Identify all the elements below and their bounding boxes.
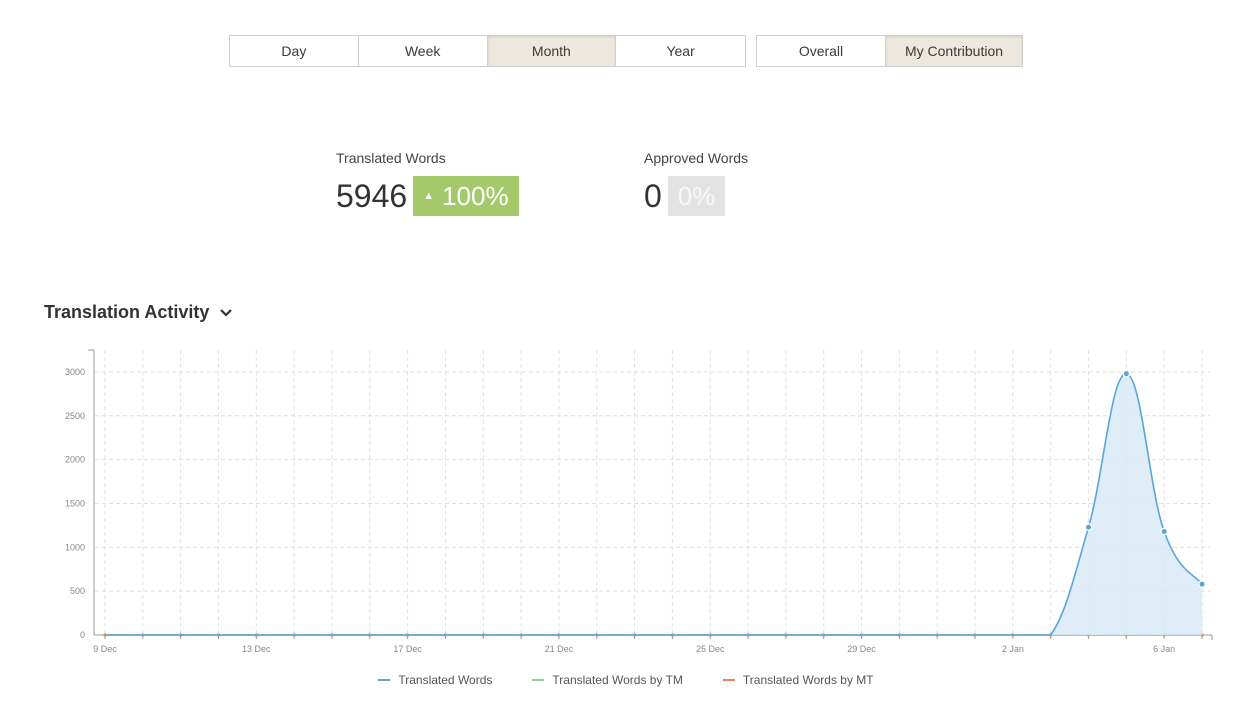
y-tick-label: 1000 <box>65 542 85 552</box>
chevron-down-icon <box>220 308 233 317</box>
y-tick-label: 0 <box>80 630 85 640</box>
approved-words-stat: Approved Words 0 0% <box>644 150 748 216</box>
translated-words-row: 5946 ▲ 100% <box>336 176 519 216</box>
chart-legend: Translated Words Translated Words by TM … <box>0 673 1252 687</box>
approved-words-label: Approved Words <box>644 150 749 166</box>
scope-toggle: Overall My Contribution <box>756 35 1023 67</box>
arrow-up-icon: ▲ <box>423 190 435 202</box>
x-tick-label: 13 Dec <box>242 644 271 654</box>
tab-year[interactable]: Year <box>616 36 745 66</box>
translated-words-label: Translated Words <box>336 150 446 166</box>
data-point-translated-words <box>1198 580 1206 588</box>
data-point-translated-words <box>1160 527 1169 536</box>
section-title: Translation Activity <box>44 302 210 322</box>
data-point-translated-words <box>1084 523 1093 531</box>
y-tick-label: 2000 <box>65 455 85 465</box>
chart-grid <box>95 350 1210 635</box>
y-tick-label: 1500 <box>65 498 85 508</box>
data-point-translated-words <box>1122 369 1131 378</box>
x-tick-label: 21 Dec <box>545 644 574 654</box>
tab-my-contribution[interactable]: My Contribution <box>886 36 1022 66</box>
tab-day[interactable]: Day <box>230 36 359 66</box>
x-tick-label: 17 Dec <box>393 644 422 654</box>
x-tick-label: 6 Jan <box>1153 644 1175 654</box>
series-area-translated-words <box>105 373 1202 635</box>
approved-words-change-badge: 0% <box>667 176 726 216</box>
legend-item-translated[interactable]: Translated Words <box>378 673 492 687</box>
tab-week[interactable]: Week <box>358 36 488 66</box>
translated-words-change: 100% <box>442 180 509 211</box>
legend-swatch-tm <box>532 679 545 681</box>
translation-activity-chart: 0 500 1000 1500 2000 2500 3000 9 Dec 13 Dec 17 De… <box>65 349 1213 654</box>
legend-item-tm[interactable]: Translated Words by TM <box>532 673 683 687</box>
series-line-translated-words <box>105 372 1203 636</box>
legend-swatch-mt <box>722 679 735 681</box>
approved-words-change: 0% <box>677 180 716 211</box>
x-tick-label: 25 Dec <box>696 644 725 654</box>
chart-axes: 0 500 1000 1500 2000 2500 3000 9 Dec 13 Dec 17 De… <box>65 349 1213 654</box>
legend-label-tm: Translated Words by TM <box>552 673 683 687</box>
translated-words-stat: Translated Words 5946 ▲ 100% <box>336 150 519 216</box>
x-tick-label: 2 Jan <box>1002 644 1024 654</box>
chart-series <box>103 369 1206 637</box>
translated-words-value: 5946 <box>336 178 408 214</box>
approved-words-row: 0 0% <box>644 176 748 216</box>
legend-label-translated: Translated Words <box>398 673 493 687</box>
x-tick-label: 29 Dec <box>847 644 876 654</box>
y-tick-label: 2500 <box>65 411 85 421</box>
x-tick-label: 9 Dec <box>93 644 117 654</box>
legend-label-mt: Translated Words by MT <box>742 673 874 687</box>
translated-words-change-badge: ▲ 100% <box>413 176 519 216</box>
tab-month[interactable]: Month <box>487 36 617 66</box>
translation-activity-dropdown[interactable]: Translation Activity <box>44 302 233 323</box>
y-tick-label: 3000 <box>65 367 85 377</box>
tab-overall[interactable]: Overall <box>757 36 886 66</box>
approved-words-value: 0 <box>644 178 662 214</box>
legend-swatch-translated <box>378 679 391 681</box>
legend-item-mt[interactable]: Translated Words by MT <box>722 673 874 687</box>
time-range-toggle: Day Week Month Year <box>229 35 746 67</box>
y-tick-label: 500 <box>70 586 85 596</box>
